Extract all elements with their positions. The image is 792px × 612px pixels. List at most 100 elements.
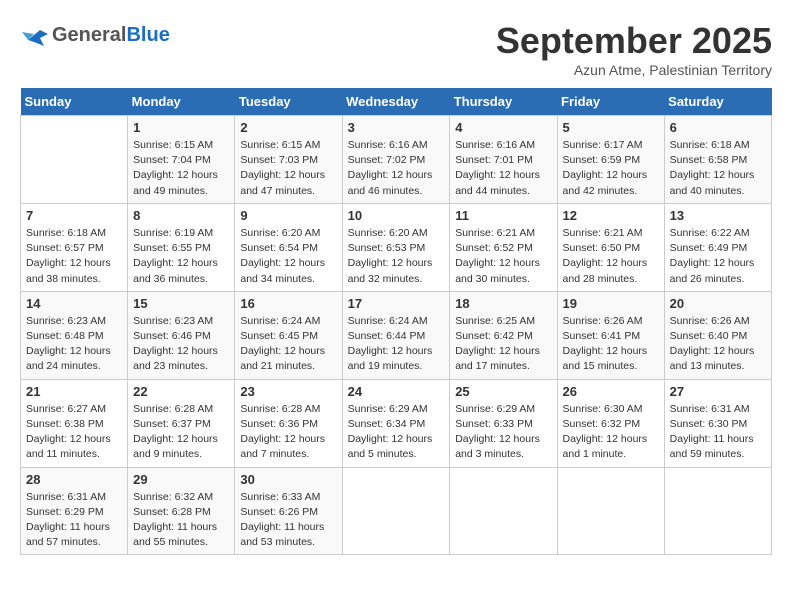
day-info: Sunrise: 6:31 AM Sunset: 6:30 PM Dayligh… (670, 402, 766, 463)
day-number: 9 (240, 208, 336, 223)
week-row-3: 14 Sunrise: 6:23 AM Sunset: 6:48 PM Dayli… (21, 291, 772, 379)
day-info: Sunrise: 6:20 AM Sunset: 6:53 PM Dayligh… (348, 226, 445, 287)
day-info: Sunrise: 6:24 AM Sunset: 6:45 PM Dayligh… (240, 314, 336, 375)
day-info: Sunrise: 6:18 AM Sunset: 6:58 PM Dayligh… (670, 138, 766, 199)
col-header-tuesday: Tuesday (235, 88, 342, 116)
day-info: Sunrise: 6:29 AM Sunset: 6:34 PM Dayligh… (348, 402, 445, 463)
day-number: 8 (133, 208, 229, 223)
day-number: 29 (133, 472, 229, 487)
day-number: 4 (455, 120, 551, 135)
day-number: 28 (26, 472, 122, 487)
day-number: 13 (670, 208, 766, 223)
calendar-cell: 11Sunrise: 6:21 AM Sunset: 6:52 PM Dayli… (450, 203, 557, 291)
calendar-cell: 8 Sunrise: 6:19 AM Sunset: 6:55 PM Daylig… (128, 203, 235, 291)
day-number: 27 (670, 384, 766, 399)
calendar-cell: 2Sunrise: 6:15 AM Sunset: 7:03 PM Daylig… (235, 116, 342, 204)
calendar-cell (21, 116, 128, 204)
day-number: 17 (348, 296, 445, 311)
week-row-2: 7Sunrise: 6:18 AM Sunset: 6:57 PM Daylig… (21, 203, 772, 291)
day-number: 3 (348, 120, 445, 135)
page-header: GeneralBlue September 2025 Azun Atme, Pa… (20, 20, 772, 78)
day-info: Sunrise: 6:29 AM Sunset: 6:33 PM Dayligh… (455, 402, 551, 463)
calendar-cell: 17 Sunrise: 6:24 AM Sunset: 6:44 PM Dayli… (342, 291, 450, 379)
logo: GeneralBlue (20, 20, 170, 50)
logo-bird-icon (20, 20, 50, 50)
calendar-cell: 27 Sunrise: 6:31 AM Sunset: 6:30 PM Dayli… (664, 379, 771, 467)
month-title: September 2025 (496, 20, 772, 62)
day-info: Sunrise: 6:22 AM Sunset: 6:49 PM Dayligh… (670, 226, 766, 287)
day-number: 15 (133, 296, 229, 311)
day-info: Sunrise: 6:31 AM Sunset: 6:29 PM Dayligh… (26, 490, 122, 551)
calendar-cell: 5 Sunrise: 6:17 AM Sunset: 6:59 PM Daylig… (557, 116, 664, 204)
day-number: 26 (563, 384, 659, 399)
day-number: 18 (455, 296, 551, 311)
day-number: 2 (240, 120, 336, 135)
day-info: Sunrise: 6:33 AM Sunset: 6:26 PM Dayligh… (240, 490, 336, 551)
calendar-cell: 18 Sunrise: 6:25 AM Sunset: 6:42 PM Dayli… (450, 291, 557, 379)
day-number: 14 (26, 296, 122, 311)
calendar-cell: 15 Sunrise: 6:23 AM Sunset: 6:46 PM Dayli… (128, 291, 235, 379)
calendar-cell: 23 Sunrise: 6:28 AM Sunset: 6:36 PM Dayli… (235, 379, 342, 467)
calendar-cell: 25 Sunrise: 6:29 AM Sunset: 6:33 PM Dayli… (450, 379, 557, 467)
day-info: Sunrise: 6:23 AM Sunset: 6:48 PM Dayligh… (26, 314, 122, 375)
day-number: 5 (563, 120, 659, 135)
calendar-cell: 21 Sunrise: 6:27 AM Sunset: 6:38 PM Dayli… (21, 379, 128, 467)
header-row: SundayMondayTuesdayWednesdayThursdayFrid… (21, 88, 772, 116)
day-number: 30 (240, 472, 336, 487)
day-number: 20 (670, 296, 766, 311)
day-info: Sunrise: 6:16 AM Sunset: 7:02 PM Dayligh… (348, 138, 445, 199)
calendar-cell: 28 Sunrise: 6:31 AM Sunset: 6:29 PM Dayli… (21, 467, 128, 555)
calendar-cell: 9Sunrise: 6:20 AM Sunset: 6:54 PM Daylig… (235, 203, 342, 291)
calendar-cell: 29 Sunrise: 6:32 AM Sunset: 6:28 PM Dayli… (128, 467, 235, 555)
day-info: Sunrise: 6:21 AM Sunset: 6:50 PM Dayligh… (563, 226, 659, 287)
col-header-monday: Monday (128, 88, 235, 116)
day-number: 16 (240, 296, 336, 311)
calendar-cell: 14 Sunrise: 6:23 AM Sunset: 6:48 PM Dayli… (21, 291, 128, 379)
day-info: Sunrise: 6:28 AM Sunset: 6:37 PM Dayligh… (133, 402, 229, 463)
day-info: Sunrise: 6:25 AM Sunset: 6:42 PM Dayligh… (455, 314, 551, 375)
calendar-cell (664, 467, 771, 555)
day-info: Sunrise: 6:18 AM Sunset: 6:57 PM Dayligh… (26, 226, 122, 287)
calendar-cell: 16 Sunrise: 6:24 AM Sunset: 6:45 PM Dayli… (235, 291, 342, 379)
calendar-cell: 30 Sunrise: 6:33 AM Sunset: 6:26 PM Dayli… (235, 467, 342, 555)
day-info: Sunrise: 6:17 AM Sunset: 6:59 PM Dayligh… (563, 138, 659, 199)
logo-general: General (52, 24, 126, 46)
calendar-cell: 22 Sunrise: 6:28 AM Sunset: 6:37 PM Dayli… (128, 379, 235, 467)
day-info: Sunrise: 6:15 AM Sunset: 7:04 PM Dayligh… (133, 138, 229, 199)
day-info: Sunrise: 6:24 AM Sunset: 6:44 PM Dayligh… (348, 314, 445, 375)
day-info: Sunrise: 6:26 AM Sunset: 6:40 PM Dayligh… (670, 314, 766, 375)
day-number: 1 (133, 120, 229, 135)
calendar-cell: 10 Sunrise: 6:20 AM Sunset: 6:53 PM Dayli… (342, 203, 450, 291)
calendar-cell: 13 Sunrise: 6:22 AM Sunset: 6:49 PM Dayli… (664, 203, 771, 291)
calendar-cell: 6 Sunrise: 6:18 AM Sunset: 6:58 PM Daylig… (664, 116, 771, 204)
day-number: 6 (670, 120, 766, 135)
day-info: Sunrise: 6:19 AM Sunset: 6:55 PM Dayligh… (133, 226, 229, 287)
day-number: 24 (348, 384, 445, 399)
calendar-cell: 12Sunrise: 6:21 AM Sunset: 6:50 PM Dayli… (557, 203, 664, 291)
calendar-table: SundayMondayTuesdayWednesdayThursdayFrid… (20, 88, 772, 555)
week-row-4: 21 Sunrise: 6:27 AM Sunset: 6:38 PM Dayli… (21, 379, 772, 467)
col-header-sunday: Sunday (21, 88, 128, 116)
day-info: Sunrise: 6:30 AM Sunset: 6:32 PM Dayligh… (563, 402, 659, 463)
calendar-cell: 24 Sunrise: 6:29 AM Sunset: 6:34 PM Dayli… (342, 379, 450, 467)
day-number: 23 (240, 384, 336, 399)
day-info: Sunrise: 6:27 AM Sunset: 6:38 PM Dayligh… (26, 402, 122, 463)
calendar-cell: 19Sunrise: 6:26 AM Sunset: 6:41 PM Dayli… (557, 291, 664, 379)
day-number: 10 (348, 208, 445, 223)
calendar-cell (342, 467, 450, 555)
col-header-thursday: Thursday (450, 88, 557, 116)
day-number: 25 (455, 384, 551, 399)
title-block: September 2025 Azun Atme, Palestinian Te… (496, 20, 772, 78)
calendar-cell: 4Sunrise: 6:16 AM Sunset: 7:01 PM Daylig… (450, 116, 557, 204)
calendar-cell (450, 467, 557, 555)
calendar-cell (557, 467, 664, 555)
day-number: 19 (563, 296, 659, 311)
day-number: 21 (26, 384, 122, 399)
col-header-friday: Friday (557, 88, 664, 116)
col-header-wednesday: Wednesday (342, 88, 450, 116)
day-info: Sunrise: 6:23 AM Sunset: 6:46 PM Dayligh… (133, 314, 229, 375)
day-info: Sunrise: 6:32 AM Sunset: 6:28 PM Dayligh… (133, 490, 229, 551)
day-number: 11 (455, 208, 551, 223)
day-number: 22 (133, 384, 229, 399)
day-info: Sunrise: 6:28 AM Sunset: 6:36 PM Dayligh… (240, 402, 336, 463)
